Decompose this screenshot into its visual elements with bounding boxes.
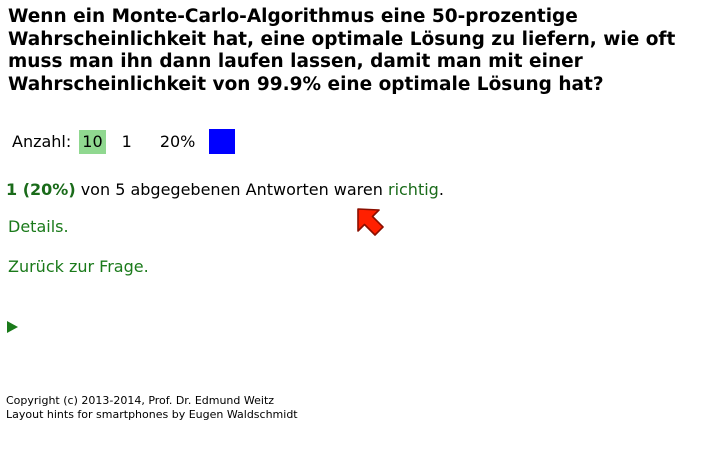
back-to-question-link[interactable]: Zurück zur Frage.: [8, 256, 149, 278]
answer-count: 1: [121, 131, 132, 151]
summary-end: .: [438, 180, 444, 199]
answer-row: Anzahl: 10 1 20%: [12, 129, 236, 154]
answer-percent-bar: [209, 129, 236, 154]
mouse-pointer-arrow-icon: [357, 208, 384, 236]
correct-word: richtig: [387, 180, 439, 199]
play-triangle-icon[interactable]: [7, 321, 18, 333]
question-text: Wenn ein Monte-Carlo-Algorithmus eine 50…: [8, 6, 676, 95]
layout-hints-text: Layout hints for smartphones by Eugen Wa…: [6, 408, 298, 421]
result-summary: 1 (20%) von 5 abgegebenen Antworten ware…: [6, 179, 444, 201]
correct-count: 1 (20%): [6, 180, 76, 199]
copyright-text: Copyright (c) 2013-2014, Prof. Dr. Edmun…: [6, 394, 275, 407]
answer-value-highlight: 10: [79, 129, 106, 154]
answer-label: Anzahl:: [12, 131, 72, 151]
footer: Copyright (c) 2013-2014, Prof. Dr. Edmun…: [6, 394, 298, 422]
details-link[interactable]: Details.: [8, 216, 69, 238]
answer-percent: 20%: [159, 131, 196, 151]
summary-middle-text: von 5 abgegebenen Antworten waren: [75, 180, 388, 199]
